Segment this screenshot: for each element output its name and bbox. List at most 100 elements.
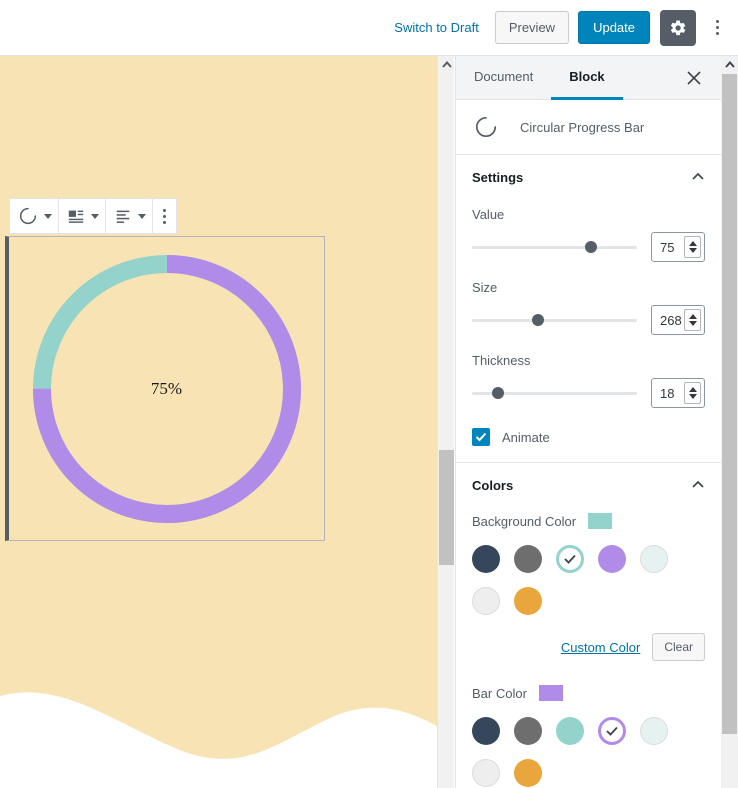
scroll-up-button[interactable]: [438, 56, 455, 73]
background-color-swatches: [472, 545, 705, 615]
chevron-up-icon: [692, 480, 704, 488]
sidebar-scrollbar-thumb[interactable]: [722, 74, 737, 734]
thickness-number-input[interactable]: 18: [651, 378, 705, 408]
gear-icon: [670, 19, 686, 35]
value-slider[interactable]: [472, 239, 637, 255]
background-color-swatch[interactable]: [472, 587, 500, 615]
spinner-up-icon: [688, 387, 697, 392]
settings-panel: Settings Value 75 Size 268 Thickness 18 …: [456, 155, 721, 463]
circular-progress-icon: [19, 207, 37, 225]
slider-handle[interactable]: [584, 241, 597, 253]
custom-color-link[interactable]: Custom Color: [561, 640, 640, 655]
slider-handle[interactable]: [492, 387, 505, 399]
settings-panel-header[interactable]: Settings: [472, 155, 705, 199]
value-label: Value: [472, 207, 505, 222]
bar-color-row: Bar Color: [472, 685, 705, 701]
dot: [715, 26, 719, 29]
background-color-swatch[interactable]: [514, 545, 542, 573]
canvas-scrollbar[interactable]: [437, 56, 454, 788]
text-alignment-button[interactable]: [106, 199, 153, 233]
block-settings-sidebar: Document Block Circular Progress Bar Set…: [455, 56, 721, 788]
sidebar-tabs: Document Block: [456, 56, 721, 100]
block-title-label: Circular Progress Bar: [520, 119, 645, 135]
background-color-swatch[interactable]: [556, 545, 584, 573]
settings-panel-title: Settings: [472, 169, 524, 185]
thickness-stepper[interactable]: [684, 382, 701, 404]
thickness-label: Thickness: [472, 353, 531, 368]
slider-track: [472, 319, 637, 322]
background-color-swatch[interactable]: [598, 545, 626, 573]
bar-color-swatch[interactable]: [472, 759, 500, 787]
circular-progress-chart: 75%: [9, 237, 324, 540]
tab-document[interactable]: Document: [456, 56, 551, 100]
animate-checkbox[interactable]: [472, 428, 490, 446]
scrollbar-thumb[interactable]: [439, 450, 454, 565]
sidebar-scrollbar[interactable]: [721, 56, 738, 788]
background-color-label: Background Color: [472, 513, 577, 529]
chevron-down-icon: [91, 213, 99, 219]
block-identity-header: Circular Progress Bar: [456, 100, 721, 155]
animate-row: Animate: [472, 428, 705, 446]
bar-color-swatch[interactable]: [472, 717, 500, 745]
bar-color-swatch[interactable]: [598, 717, 626, 745]
more-options-button[interactable]: [702, 10, 732, 46]
background-color-swatch[interactable]: [640, 545, 668, 573]
media-position-icon: [68, 210, 84, 223]
chevron-up-icon: [441, 61, 452, 68]
bar-color-swatch[interactable]: [640, 717, 668, 745]
value-number-text: 75: [660, 239, 675, 255]
block-toolbar: [9, 198, 177, 234]
bar-color-swatch[interactable]: [514, 717, 542, 745]
slider-handle[interactable]: [532, 314, 544, 326]
decorative-wave: [0, 692, 437, 788]
update-button[interactable]: Update: [578, 11, 650, 44]
bar-color-chip: [538, 685, 563, 701]
chevron-up-icon: [692, 172, 704, 180]
check-icon: [606, 726, 618, 736]
animate-label: Animate: [502, 429, 550, 445]
value-field: Value 75: [472, 207, 705, 262]
dot: [715, 20, 719, 23]
chevron-up-icon: [724, 61, 735, 68]
editor-top-bar: Switch to Draft Preview Update: [0, 0, 738, 56]
bar-color-swatch[interactable]: [514, 759, 542, 787]
size-number-input[interactable]: 268: [651, 305, 705, 335]
colors-panel-header[interactable]: Colors: [472, 463, 705, 507]
block-alignment-button[interactable]: [59, 199, 106, 233]
spinner-down-icon: [688, 248, 697, 253]
colors-panel: Colors Background Color Custom Color Cle…: [456, 463, 721, 788]
circular-progress-icon: [475, 116, 497, 138]
donut-graphic: 75%: [32, 254, 301, 523]
value-stepper[interactable]: [684, 236, 701, 258]
block-more-options-button[interactable]: [153, 199, 176, 233]
clear-color-button[interactable]: Clear: [652, 633, 705, 661]
check-icon: [475, 432, 487, 442]
dot: [715, 32, 719, 35]
settings-gear-button[interactable]: [660, 9, 696, 46]
switch-to-draft-link[interactable]: Switch to Draft: [394, 20, 479, 35]
preview-button[interactable]: Preview: [494, 11, 570, 44]
thickness-slider[interactable]: [472, 385, 637, 401]
size-slider[interactable]: [472, 312, 637, 328]
background-color-swatch[interactable]: [472, 545, 500, 573]
spinner-up-icon: [688, 314, 697, 319]
bar-color-swatches: [472, 717, 705, 787]
background-color-swatch[interactable]: [514, 587, 542, 615]
block-type-switcher[interactable]: [10, 199, 59, 233]
editor-canvas[interactable]: 75%: [0, 56, 437, 788]
bar-color-swatch[interactable]: [556, 717, 584, 745]
colors-panel-title: Colors: [472, 477, 514, 493]
value-number-input[interactable]: 75: [651, 232, 705, 262]
background-color-row: Background Color: [472, 513, 705, 529]
tab-block[interactable]: Block: [551, 56, 623, 100]
size-field: Size 268: [472, 280, 705, 335]
selected-block[interactable]: 75%: [5, 198, 325, 562]
size-number-text: 268: [660, 312, 682, 328]
background-custom-row: Custom Color Clear: [472, 633, 705, 661]
progress-percent-label: 75%: [150, 378, 183, 398]
background-color-chip: [588, 513, 613, 529]
sidebar-scroll-up-button[interactable]: [721, 56, 738, 73]
block-content-area[interactable]: 75%: [5, 236, 325, 541]
close-sidebar-button[interactable]: [677, 56, 711, 100]
size-stepper[interactable]: [684, 309, 701, 331]
